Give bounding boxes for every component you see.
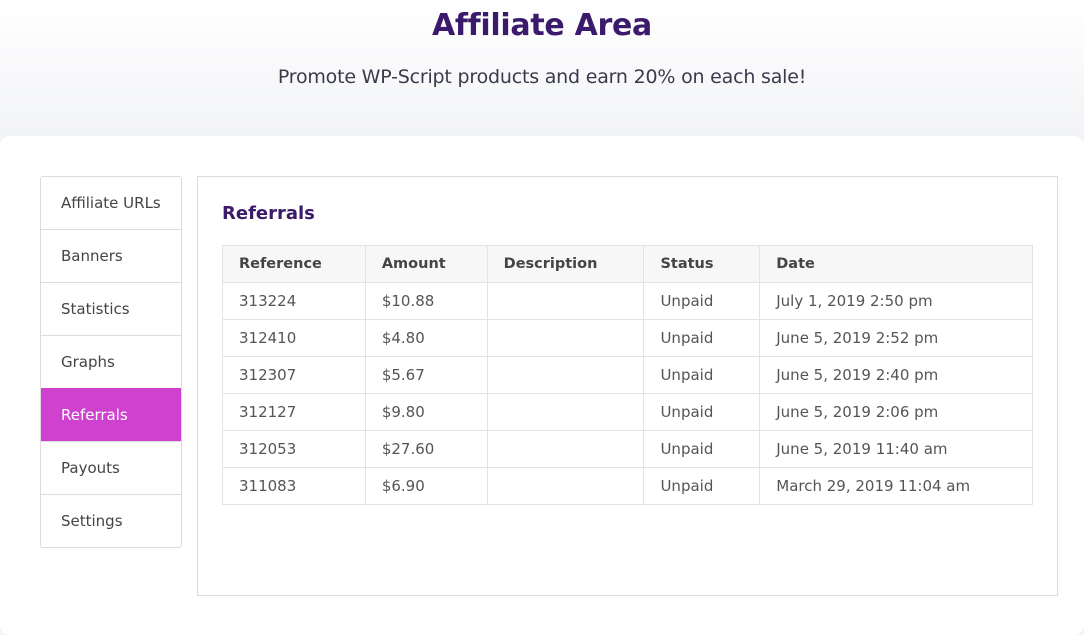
- cell-reference: 312410: [222, 319, 366, 357]
- referrals-panel: Referrals Reference Amount Description S…: [197, 176, 1058, 596]
- cell-date: July 1, 2019 2:50 pm: [759, 282, 1033, 320]
- page-header: Affiliate Area Promote WP-Script product…: [0, 0, 1084, 136]
- cell-amount: $9.80: [364, 393, 488, 431]
- cell-reference: 312307: [222, 356, 366, 394]
- cell-amount: $10.88: [364, 282, 488, 320]
- cell-date: June 5, 2019 2:06 pm: [759, 393, 1033, 431]
- column-header-description: Description: [486, 245, 645, 283]
- cell-amount: $5.67: [364, 356, 488, 394]
- cell-reference: 312053: [222, 430, 366, 468]
- cell-status: Unpaid: [643, 356, 761, 394]
- cell-amount: $4.80: [364, 319, 488, 357]
- table-row: 312053 $27.60 Unpaid June 5, 2019 11:40 …: [222, 430, 1033, 468]
- cell-reference: 313224: [222, 282, 366, 320]
- cell-date: March 29, 2019 11:04 am: [759, 467, 1033, 505]
- sidebar-item-statistics[interactable]: Statistics: [41, 282, 181, 335]
- sidebar-nav: Affiliate URLs Banners Statistics Graphs…: [40, 176, 182, 548]
- cell-reference: 311083: [222, 467, 366, 505]
- cell-status: Unpaid: [643, 467, 761, 505]
- affiliate-card: Affiliate URLs Banners Statistics Graphs…: [0, 136, 1084, 635]
- sidebar-item-payouts[interactable]: Payouts: [41, 441, 181, 494]
- page-title: Affiliate Area: [432, 8, 652, 43]
- column-header-date: Date: [759, 245, 1033, 283]
- cell-amount: $6.90: [364, 467, 488, 505]
- cell-status: Unpaid: [643, 430, 761, 468]
- cell-description: [486, 282, 645, 320]
- cell-date: June 5, 2019 2:40 pm: [759, 356, 1033, 394]
- cell-date: June 5, 2019 11:40 am: [759, 430, 1033, 468]
- referrals-table: Reference Amount Description Status Date…: [222, 245, 1033, 505]
- column-header-status: Status: [643, 245, 761, 283]
- sidebar-item-affiliate-urls[interactable]: Affiliate URLs: [41, 177, 181, 229]
- cell-description: [486, 393, 645, 431]
- cell-description: [486, 319, 645, 357]
- table-row: 312307 $5.67 Unpaid June 5, 2019 2:40 pm: [222, 356, 1033, 394]
- table-row: 311083 $6.90 Unpaid March 29, 2019 11:04…: [222, 467, 1033, 505]
- table-row: 313224 $10.88 Unpaid July 1, 2019 2:50 p…: [222, 282, 1033, 320]
- table-header-row: Reference Amount Description Status Date: [222, 245, 1033, 283]
- cell-date: June 5, 2019 2:52 pm: [759, 319, 1033, 357]
- page-subtitle: Promote WP-Script products and earn 20% …: [277, 66, 807, 88]
- panel-title: Referrals: [222, 203, 315, 224]
- sidebar-item-settings[interactable]: Settings: [41, 494, 181, 547]
- cell-description: [486, 430, 645, 468]
- sidebar-item-graphs[interactable]: Graphs: [41, 335, 181, 388]
- sidebar-item-referrals[interactable]: Referrals: [41, 388, 181, 441]
- table-row: 312127 $9.80 Unpaid June 5, 2019 2:06 pm: [222, 393, 1033, 431]
- cell-reference: 312127: [222, 393, 366, 431]
- cell-description: [486, 356, 645, 394]
- cell-status: Unpaid: [643, 393, 761, 431]
- column-header-amount: Amount: [364, 245, 488, 283]
- cell-amount: $27.60: [364, 430, 488, 468]
- cell-description: [486, 467, 645, 505]
- table-row: 312410 $4.80 Unpaid June 5, 2019 2:52 pm: [222, 319, 1033, 357]
- cell-status: Unpaid: [643, 282, 761, 320]
- cell-status: Unpaid: [643, 319, 761, 357]
- sidebar-item-banners[interactable]: Banners: [41, 229, 181, 282]
- column-header-reference: Reference: [222, 245, 366, 283]
